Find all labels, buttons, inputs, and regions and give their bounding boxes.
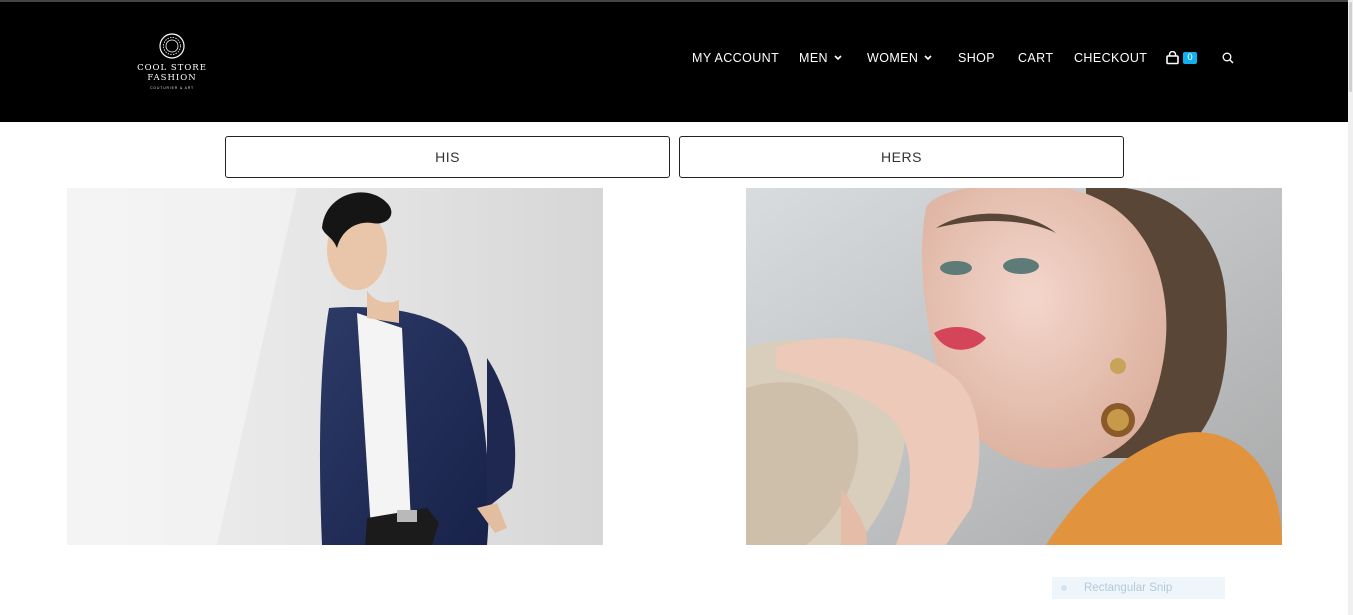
nav-checkout-label: CHECKOUT [1074, 51, 1148, 65]
logo-line1: COOL STORE [137, 63, 207, 73]
nav-women-label: WOMEN [867, 51, 919, 65]
nav-shop-label: SHOP [958, 51, 996, 65]
his-button[interactable]: HIS [225, 136, 670, 178]
logo-ring-icon [159, 33, 185, 59]
chevron-down-icon [834, 55, 842, 61]
nav-my-account-label: MY ACCOUNT [692, 51, 780, 65]
search-button[interactable] [1222, 50, 1236, 66]
nav-men[interactable]: MEN [799, 50, 842, 66]
nav-women[interactable]: WOMEN [867, 50, 932, 66]
his-photo[interactable] [67, 188, 603, 545]
cart-button[interactable]: 0 [1166, 50, 1200, 66]
rectangular-snip-tooltip: Rectangular Snip [1052, 577, 1225, 599]
shopping-bag-icon [1166, 51, 1179, 65]
logo-line2: FASHION [147, 73, 197, 83]
site-logo[interactable]: COOL STORE FASHION COUTURIER & ART [136, 32, 208, 90]
nav-shop[interactable]: SHOP [958, 50, 995, 66]
snip-dot-icon [1061, 585, 1067, 591]
woman-portrait-image [746, 188, 1282, 545]
man-in-suit-image [67, 188, 603, 545]
search-icon [1222, 52, 1234, 64]
nav-cart[interactable]: CART [1018, 50, 1053, 66]
chevron-down-icon [924, 55, 932, 61]
nav-checkout[interactable]: CHECKOUT [1074, 50, 1147, 66]
cart-count-badge: 0 [1183, 52, 1197, 64]
nav-cart-label: CART [1018, 51, 1054, 65]
hers-button[interactable]: HERS [679, 136, 1124, 178]
snip-label: Rectangular Snip [1084, 582, 1173, 594]
logo-tagline: COUTURIER & ART [150, 86, 194, 90]
nav-men-label: MEN [799, 51, 828, 65]
scrollbar-thumb[interactable] [1349, 2, 1352, 92]
hers-photo[interactable] [746, 188, 1282, 545]
nav-my-account[interactable]: MY ACCOUNT [692, 50, 779, 66]
scrollbar[interactable] [1348, 0, 1353, 615]
